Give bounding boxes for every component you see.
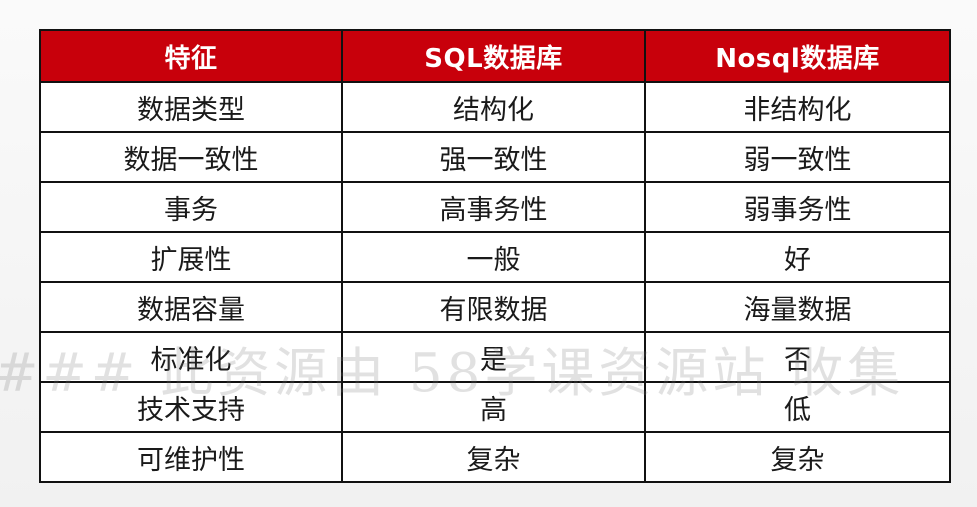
table-row: 数据容量 有限数据 海量数据 — [39, 281, 951, 333]
feature-cell: 技术支持 — [39, 381, 343, 433]
header-nosql: Nosql数据库 — [644, 29, 951, 83]
sql-cell: 结构化 — [341, 81, 646, 133]
nosql-cell: 否 — [644, 331, 951, 383]
sql-cell: 强一致性 — [341, 131, 646, 183]
sql-cell: 复杂 — [341, 431, 646, 483]
feature-cell: 数据类型 — [39, 81, 343, 133]
nosql-cell: 低 — [644, 381, 951, 433]
nosql-cell: 弱事务性 — [644, 181, 951, 233]
sql-cell: 高事务性 — [341, 181, 646, 233]
table-row: 可维护性 复杂 复杂 — [39, 431, 951, 483]
nosql-cell: 海量数据 — [644, 281, 951, 333]
sql-cell: 一般 — [341, 231, 646, 283]
table-row: 事务 高事务性 弱事务性 — [39, 181, 951, 233]
comparison-table: 特征 SQL数据库 Nosql数据库 数据类型 结构化 非结构化 数据一致性 强… — [39, 29, 951, 483]
sql-cell: 是 — [341, 331, 646, 383]
nosql-cell: 好 — [644, 231, 951, 283]
table-row: 技术支持 高 低 — [39, 381, 951, 433]
feature-cell: 数据容量 — [39, 281, 343, 333]
nosql-cell: 非结构化 — [644, 81, 951, 133]
nosql-cell: 复杂 — [644, 431, 951, 483]
table-header: 特征 SQL数据库 Nosql数据库 — [39, 29, 951, 83]
table-row: 数据一致性 强一致性 弱一致性 — [39, 131, 951, 183]
nosql-cell: 弱一致性 — [644, 131, 951, 183]
feature-cell: 事务 — [39, 181, 343, 233]
sql-cell: 高 — [341, 381, 646, 433]
feature-cell: 标准化 — [39, 331, 343, 383]
table-body: 数据类型 结构化 非结构化 数据一致性 强一致性 弱一致性 事务 高事务性 弱事… — [39, 81, 951, 483]
header-row: 特征 SQL数据库 Nosql数据库 — [39, 29, 951, 83]
table-row: 数据类型 结构化 非结构化 — [39, 81, 951, 133]
table-row: 标准化 是 否 — [39, 331, 951, 383]
feature-cell: 扩展性 — [39, 231, 343, 283]
feature-cell: 可维护性 — [39, 431, 343, 483]
sql-cell: 有限数据 — [341, 281, 646, 333]
header-feature: 特征 — [39, 29, 343, 83]
feature-cell: 数据一致性 — [39, 131, 343, 183]
table-row: 扩展性 一般 好 — [39, 231, 951, 283]
header-sql: SQL数据库 — [341, 29, 646, 83]
